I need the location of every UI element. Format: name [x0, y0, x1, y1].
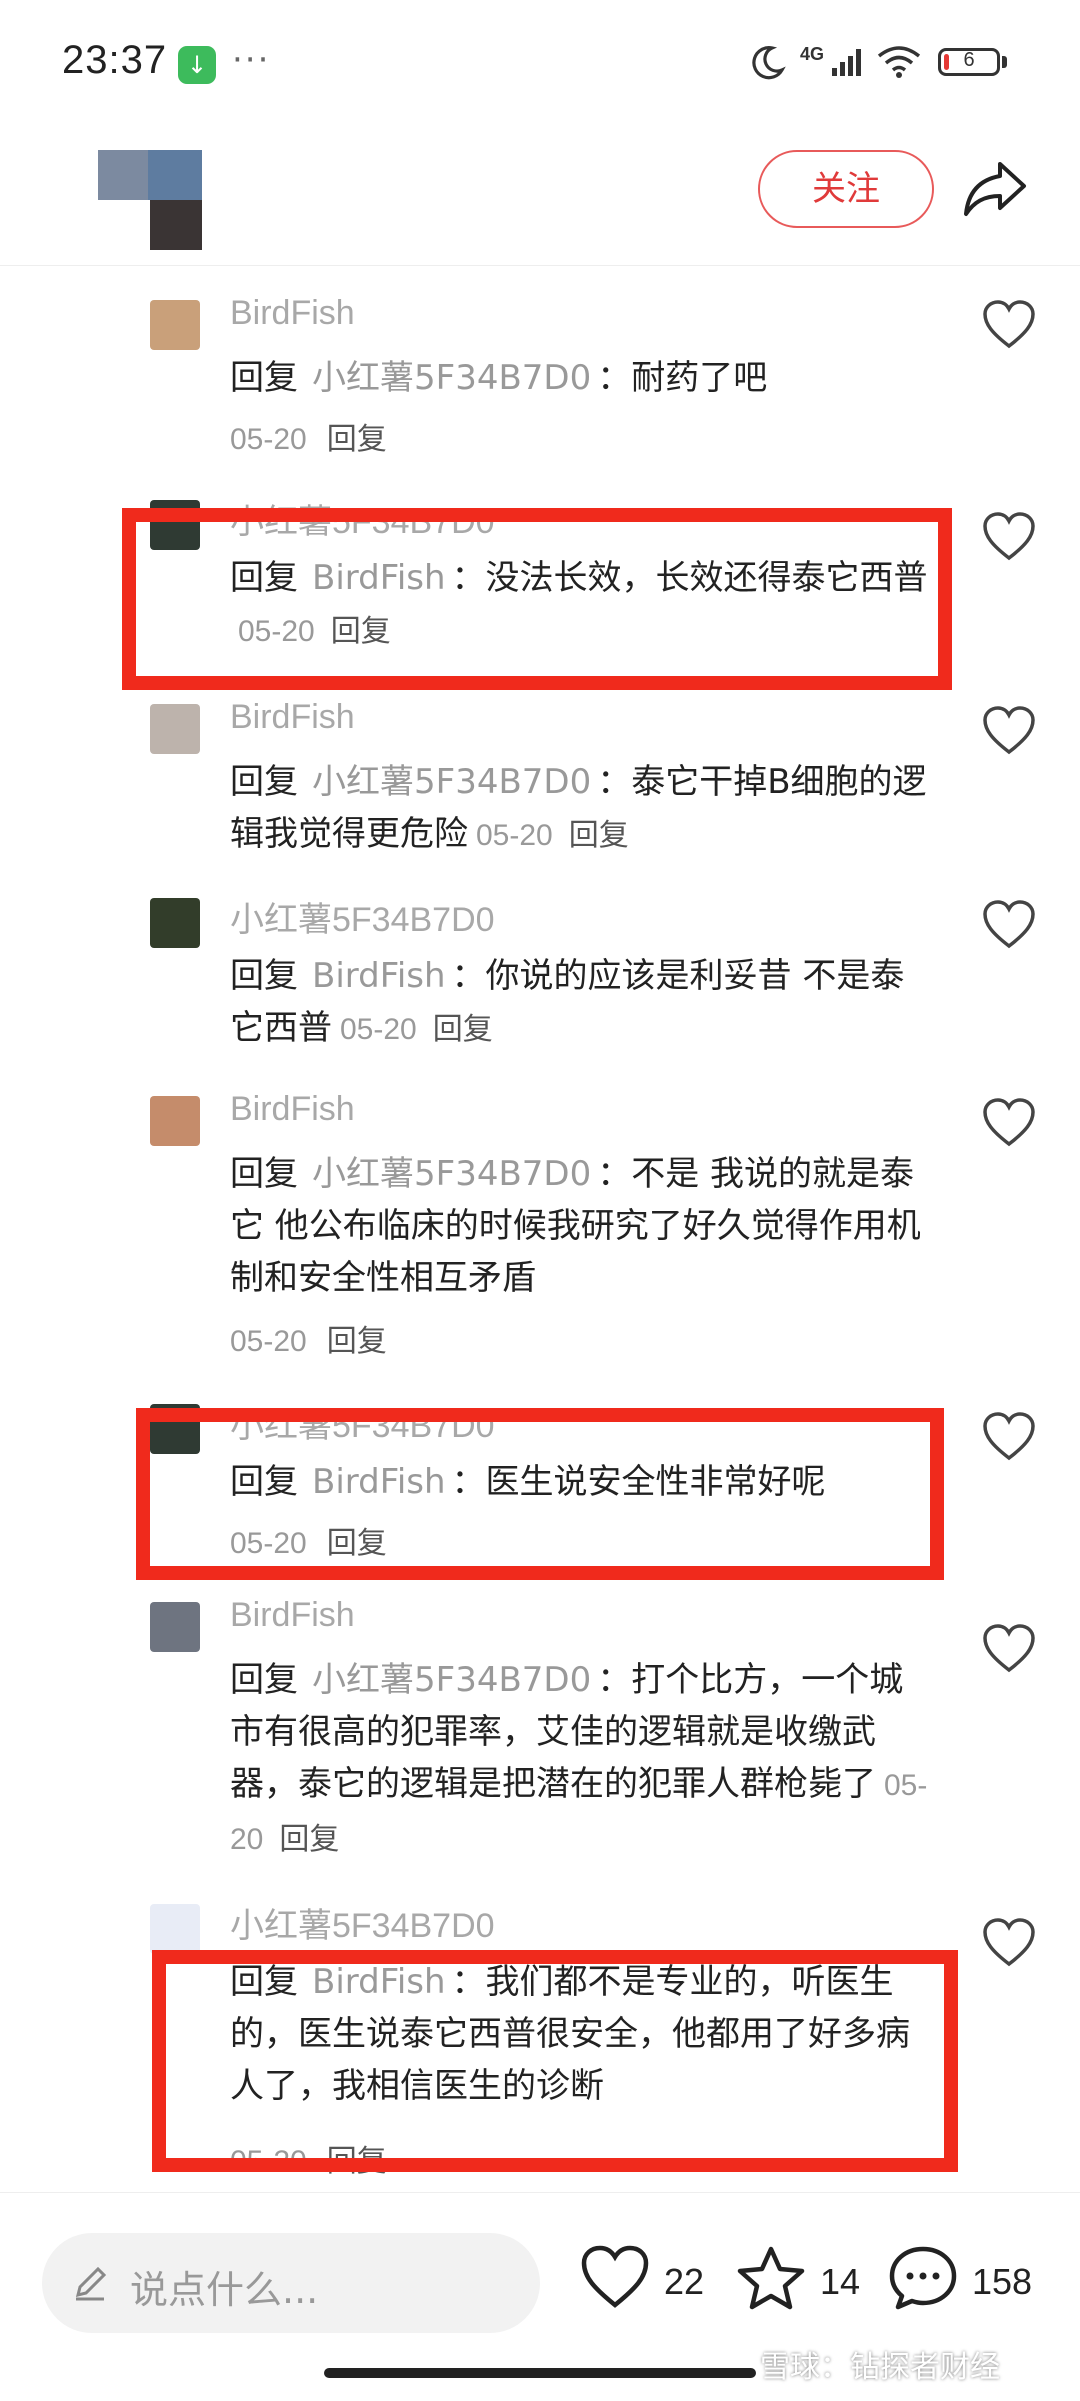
- like-count[interactable]: 22: [664, 2261, 704, 2303]
- moon-icon: [752, 46, 786, 80]
- avatar[interactable]: [150, 1602, 200, 1652]
- like-heart-icon[interactable]: [982, 1412, 1036, 1462]
- reply-button[interactable]: 回复: [327, 1324, 387, 1359]
- like-icon[interactable]: [580, 2245, 650, 2309]
- avatar[interactable]: [150, 1904, 200, 1954]
- like-heart-icon[interactable]: [982, 512, 1036, 562]
- avatar[interactable]: [150, 1096, 200, 1146]
- watermark: 雪球：钻探者财经: [760, 2350, 1000, 2385]
- highlight-box: [122, 508, 952, 690]
- comment-date: 05-20: [476, 819, 553, 852]
- comment-text: 回复 小红薯5F34B7D0 ：打个比方，一个城市有很高的犯罪率，艾佳的逻辑就是收缴…: [230, 1654, 930, 1866]
- follow-button[interactable]: 关注: [758, 150, 934, 228]
- like-heart-icon[interactable]: [982, 1098, 1036, 1148]
- reply-target[interactable]: 小红薯5F34B7D0: [312, 1154, 591, 1194]
- reply-button[interactable]: 回复: [279, 1822, 339, 1857]
- comment-input[interactable]: 说点什么...: [42, 2233, 540, 2333]
- avatar[interactable]: [150, 898, 200, 948]
- battery-level: 6: [963, 49, 975, 71]
- like-heart-icon[interactable]: [982, 900, 1036, 950]
- reply-target[interactable]: 小红薯5F34B7D0: [312, 1660, 591, 1700]
- reply-target[interactable]: BirdFish: [312, 956, 446, 996]
- avatar[interactable]: [150, 704, 200, 754]
- like-heart-icon[interactable]: [982, 1624, 1036, 1674]
- reply-button[interactable]: 回复: [327, 422, 387, 457]
- home-indicator[interactable]: [324, 2368, 756, 2378]
- download-icon: ↓: [178, 46, 216, 84]
- battery-tip: [1002, 56, 1007, 68]
- comment-date: 05-20: [230, 1325, 307, 1358]
- reply-target[interactable]: 小红薯5F34B7D0: [312, 762, 591, 802]
- battery-icon: 6: [938, 48, 1000, 76]
- status-bar: 23:37 ↓ ··· 4G 6: [0, 0, 1080, 120]
- highlight-box: [152, 1950, 958, 2172]
- comment-text: 回复 小红薯5F34B7D0 ：耐药了吧: [230, 352, 930, 404]
- commenter-name[interactable]: BirdFish: [230, 1090, 355, 1129]
- wifi-icon: [877, 46, 921, 78]
- comment-date: 05-20: [230, 423, 307, 456]
- like-heart-icon[interactable]: [982, 1918, 1036, 1968]
- commenter-name[interactable]: BirdFish: [230, 698, 355, 737]
- comment-input-placeholder: 说点什么...: [130, 2268, 319, 2312]
- reply-prefix: 回复: [230, 1660, 298, 1700]
- signal-icon: [832, 49, 861, 76]
- commenter-name[interactable]: BirdFish: [230, 1596, 355, 1635]
- star-icon[interactable]: [736, 2245, 806, 2311]
- reply-prefix: 回复: [230, 358, 298, 398]
- status-time: 23:37: [62, 38, 168, 82]
- comment-meta: 05-20 回复: [230, 414, 387, 458]
- comment-text: 回复 小红薯5F34B7D0 ：泰它干掉B细胞的逻辑我觉得更危险 05-20 回复: [230, 756, 930, 862]
- comment-content: ：耐药了吧: [597, 358, 768, 398]
- commenter-name[interactable]: BirdFish: [230, 294, 355, 333]
- post-header: 关注: [0, 120, 1080, 266]
- reply-prefix: 回复: [230, 956, 298, 996]
- like-heart-icon[interactable]: [982, 300, 1036, 350]
- comment-count[interactable]: 158: [972, 2261, 1032, 2303]
- pen-icon: [75, 2266, 107, 2301]
- reply-prefix: 回复: [230, 762, 298, 802]
- comment-text: 回复 小红薯5F34B7D0 ：不是 我说的就是泰它 他公布临床的时候我研究了好久觉…: [230, 1148, 930, 1304]
- more-notifications-icon: ···: [232, 40, 271, 80]
- reply-target[interactable]: 小红薯5F34B7D0: [312, 358, 591, 398]
- share-icon[interactable]: [962, 158, 1028, 218]
- comment-meta: 05-20 回复: [230, 1316, 387, 1360]
- commenter-name[interactable]: 小红薯5F34B7D0: [230, 892, 495, 941]
- star-count[interactable]: 14: [820, 2261, 860, 2303]
- comment-text: 回复 BirdFish ：你说的应该是利妥昔 不是泰它西普 05-20 回复: [230, 950, 930, 1056]
- avatar[interactable]: [150, 300, 200, 350]
- comment-date: 05-20: [340, 1013, 417, 1046]
- network-type-label: 4G: [800, 44, 825, 64]
- highlight-box: [136, 1408, 944, 1580]
- reply-button[interactable]: 回复: [569, 818, 629, 853]
- reply-button[interactable]: 回复: [433, 1012, 493, 1047]
- commenter-name[interactable]: 小红薯5F34B7D0: [230, 1898, 495, 1947]
- author-avatar[interactable]: [98, 150, 202, 250]
- like-heart-icon[interactable]: [982, 706, 1036, 756]
- comment-bubble-icon[interactable]: [888, 2245, 958, 2311]
- reply-prefix: 回复: [230, 1154, 298, 1194]
